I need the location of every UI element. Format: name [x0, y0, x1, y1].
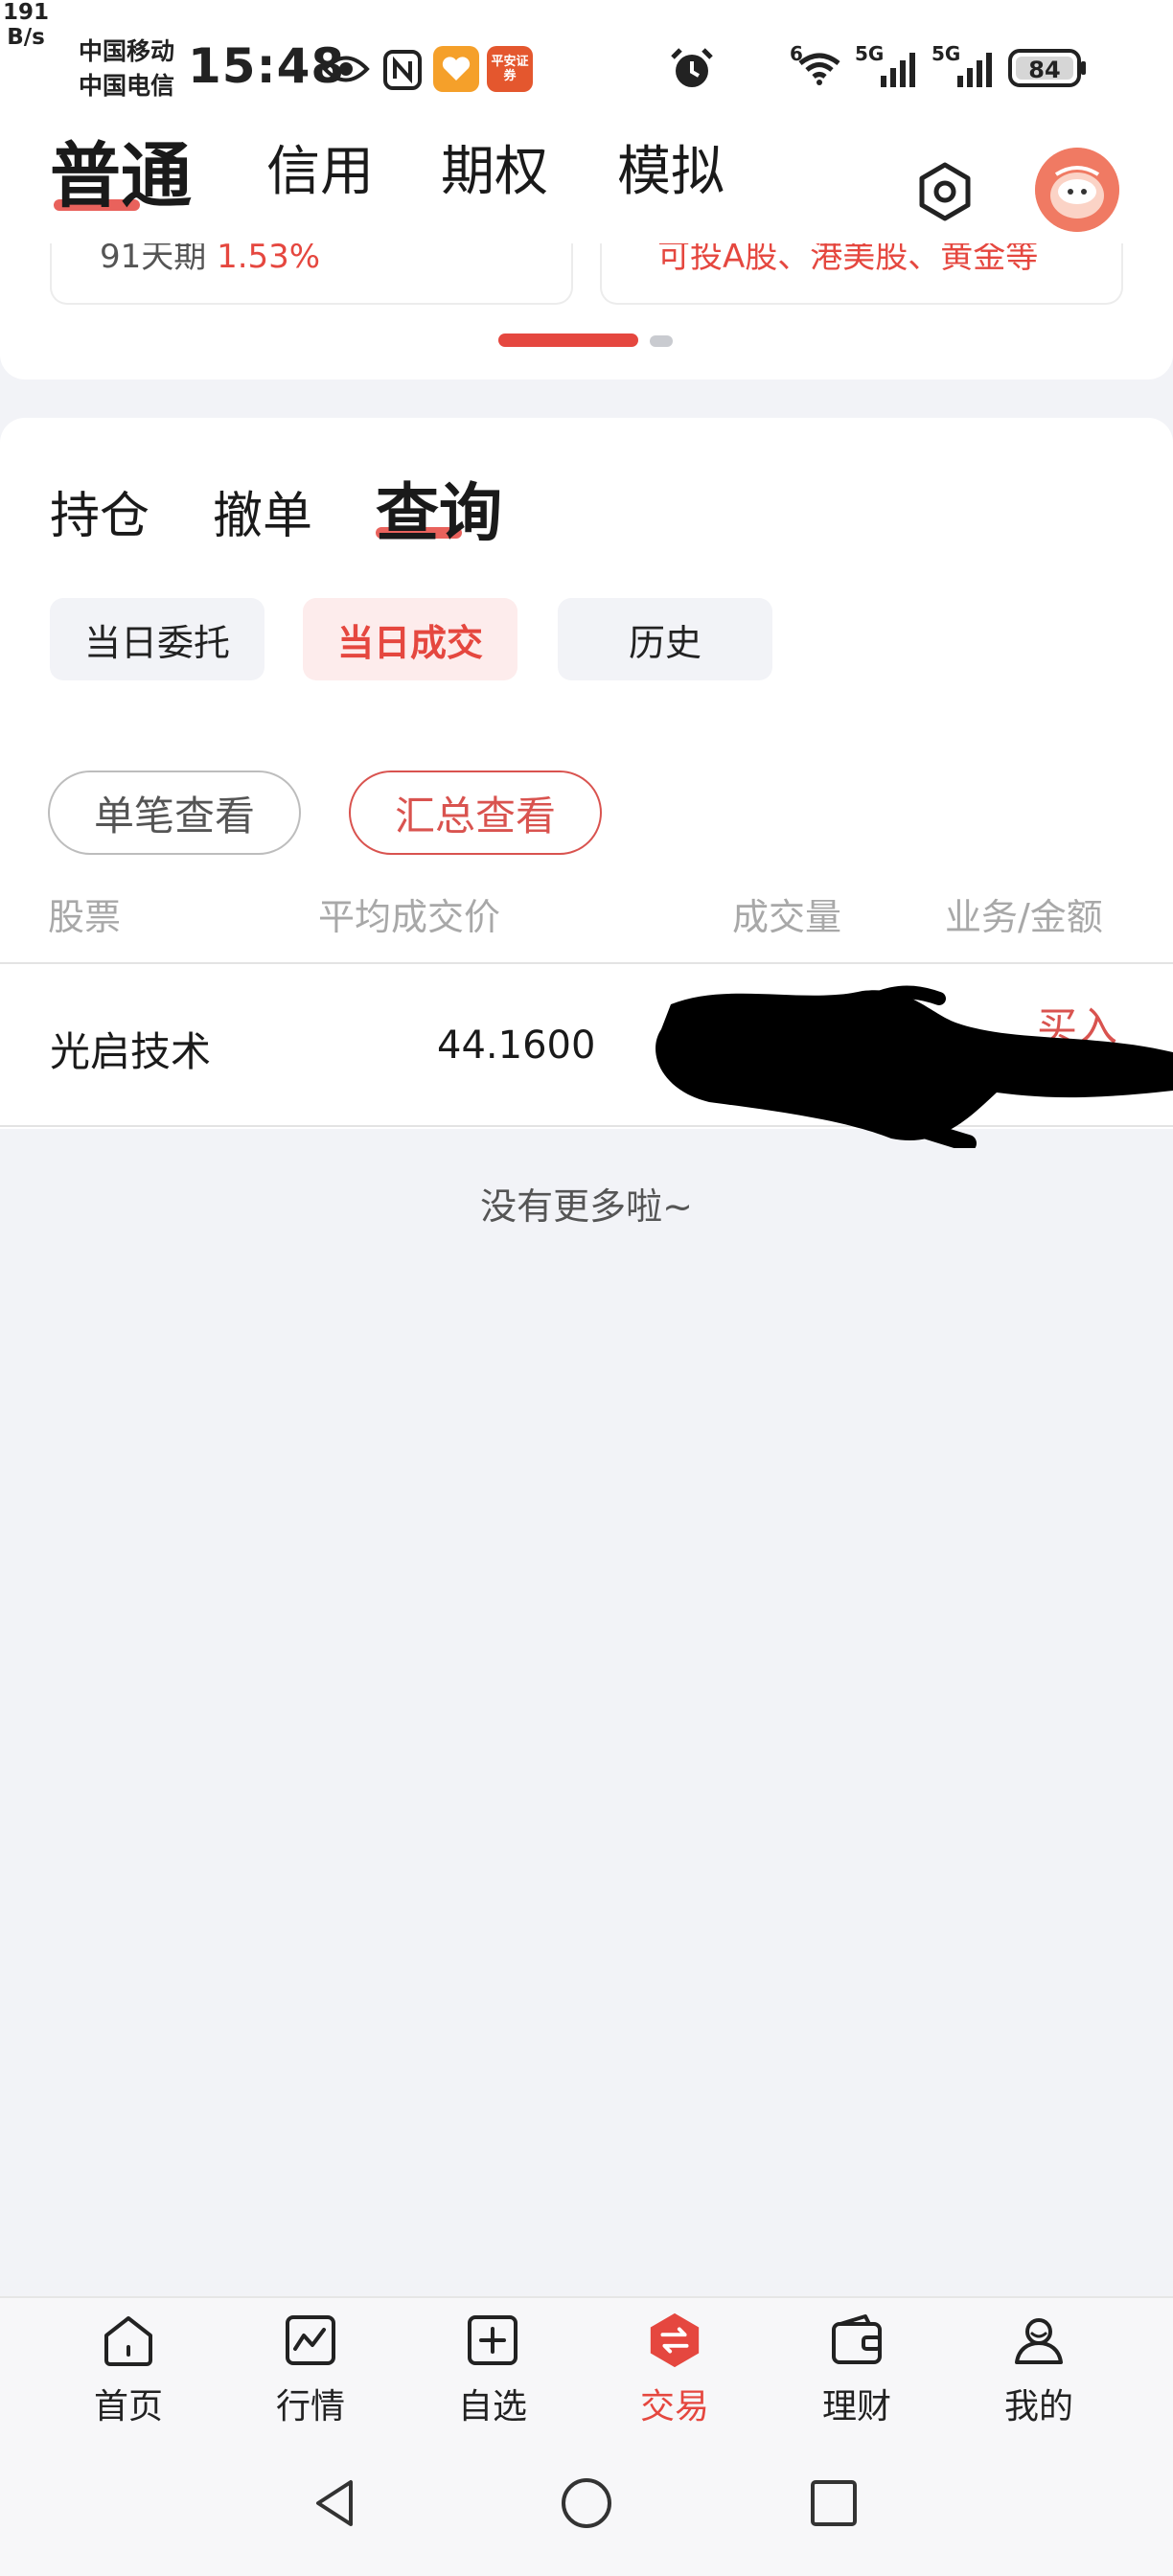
promo-carousel: 91天期 1.53% 可投A股、港美股、黄金等	[50, 243, 1123, 305]
redaction-scribble	[656, 985, 1173, 1148]
tab-positions[interactable]: 持仓	[50, 475, 150, 547]
profile-icon	[1010, 2312, 1068, 2369]
wifi-label: 6	[790, 42, 803, 65]
signal-2-label: 5G	[932, 42, 961, 65]
stock-name: 光启技术	[50, 1028, 212, 1075]
back-button[interactable]	[299, 2465, 376, 2542]
promo-card-2-text: 可投A股、港美股、黄金等	[657, 243, 1039, 276]
nav-watchlist-label: 自选	[457, 2387, 527, 2426]
tab-cancel-order[interactable]: 撤单	[213, 475, 312, 547]
battery-level: 84	[1028, 57, 1060, 83]
back-triangle-icon	[316, 2480, 353, 2526]
carrier-2: 中国电信	[79, 72, 175, 100]
tab-normal[interactable]: 普通	[50, 119, 192, 221]
promo-card-1-rate: 1.53%	[217, 243, 321, 276]
account-type-tabs: 普通 信用 期权 模拟	[50, 128, 797, 218]
nav-market-label: 行情	[275, 2387, 345, 2426]
trade-query-card: 持仓 撤单 查询 当日委托 当日成交 历史 单笔查看 汇总查看 股票 平均成交价…	[0, 418, 1173, 1148]
promo-card-2[interactable]: 可投A股、港美股、黄金等	[600, 243, 1123, 305]
tab-options[interactable]: 期权	[441, 128, 548, 206]
battery-icon: 84	[1008, 48, 1089, 88]
nav-trade[interactable]: 交易	[608, 2312, 742, 2440]
trade-icon	[646, 2312, 703, 2369]
add-icon	[464, 2312, 521, 2369]
query-filters: 当日委托 当日成交 历史	[50, 598, 816, 680]
nav-watchlist[interactable]: 自选	[426, 2312, 560, 2440]
wifi-icon: 6	[790, 42, 849, 92]
promo-card-1-label: 91天期	[100, 243, 218, 276]
pingan-app-icon: 平安证券	[487, 46, 533, 92]
nav-trade-label: 交易	[639, 2387, 709, 2426]
home-circle-button[interactable]	[548, 2465, 625, 2542]
nfc-icon	[380, 48, 426, 92]
view-mode-toggle: 单笔查看 汇总查看	[48, 770, 719, 855]
table-header: 股票 平均成交价 成交量 业务/金额	[0, 878, 1173, 964]
promo-card-1-text: 91天期 1.53%	[100, 243, 320, 277]
gear-icon	[919, 162, 971, 221]
filter-history[interactable]: 历史	[558, 598, 772, 680]
column-avg-price: 平均成交价	[318, 896, 501, 938]
status-bar: 中国移动 中国电信 15:48 平安证券 191 B/s 6 5G 5G 84	[0, 0, 1173, 134]
end-of-list-text: 没有更多啦~	[480, 1185, 693, 1228]
system-nav-bar	[0, 2440, 1173, 2576]
network-speed-value: 191	[2, 0, 49, 25]
tab-credit[interactable]: 信用	[266, 128, 374, 206]
home-circle-icon	[562, 2478, 611, 2528]
column-stock: 股票	[48, 896, 122, 938]
nav-home[interactable]: 首页	[61, 2312, 196, 2440]
recents-square-icon	[811, 2480, 857, 2526]
network-speed-unit: B/s	[7, 25, 45, 50]
settings-button[interactable]	[910, 157, 979, 226]
bottom-nav: 首页 行情 自选 交易 理财 我的	[0, 2296, 1173, 2440]
signal-icon-2: 5G	[932, 42, 1000, 92]
signal-1-label: 5G	[855, 42, 885, 65]
avatar[interactable]	[1035, 148, 1119, 232]
nav-market[interactable]: 行情	[243, 2312, 378, 2440]
summary-view-button[interactable]: 汇总查看	[349, 770, 602, 855]
carrier-1: 中国移动	[79, 37, 175, 65]
health-heart-icon	[433, 46, 479, 92]
table-row[interactable]: 光启技术 44.1600 买入	[0, 966, 1173, 1148]
filter-today-deals[interactable]: 当日成交	[303, 598, 518, 680]
avg-price: 44.1600	[437, 1024, 596, 1068]
eye-icon	[320, 48, 372, 90]
alarm-icon	[667, 44, 717, 94]
nav-profile[interactable]: 我的	[972, 2312, 1106, 2440]
column-type-amount: 业务/金额	[945, 896, 1103, 938]
carrier-info: 中国移动 中国电信	[79, 34, 184, 104]
column-volume: 成交量	[732, 896, 842, 938]
nav-wealth-label: 理财	[821, 2387, 891, 2426]
nav-wealth[interactable]: 理财	[790, 2312, 924, 2440]
promo-card-1[interactable]: 91天期 1.53%	[50, 243, 573, 305]
recents-button[interactable]	[795, 2465, 872, 2542]
tab-simulation[interactable]: 模拟	[617, 128, 724, 206]
single-view-button[interactable]: 单笔查看	[48, 770, 301, 855]
chart-icon	[282, 2312, 339, 2369]
network-speed: 191 B/s	[0, 0, 52, 50]
wallet-icon	[828, 2312, 886, 2369]
nav-profile-label: 我的	[1003, 2387, 1073, 2426]
tab-query[interactable]: 查询	[376, 462, 502, 554]
carousel-indicator	[498, 334, 690, 347]
trade-sub-tabs: 持仓 撤单 查询	[50, 447, 721, 550]
carousel-dot-active	[498, 334, 638, 347]
home-icon	[100, 2312, 157, 2369]
nav-home-label: 首页	[93, 2387, 163, 2426]
signal-icon-1: 5G	[855, 42, 924, 92]
carousel-dot	[650, 335, 673, 347]
filter-today-orders[interactable]: 当日委托	[50, 598, 264, 680]
top-header-card: 中国移动 中国电信 15:48 平安证券 191 B/s 6 5G 5G 84 …	[0, 0, 1173, 380]
